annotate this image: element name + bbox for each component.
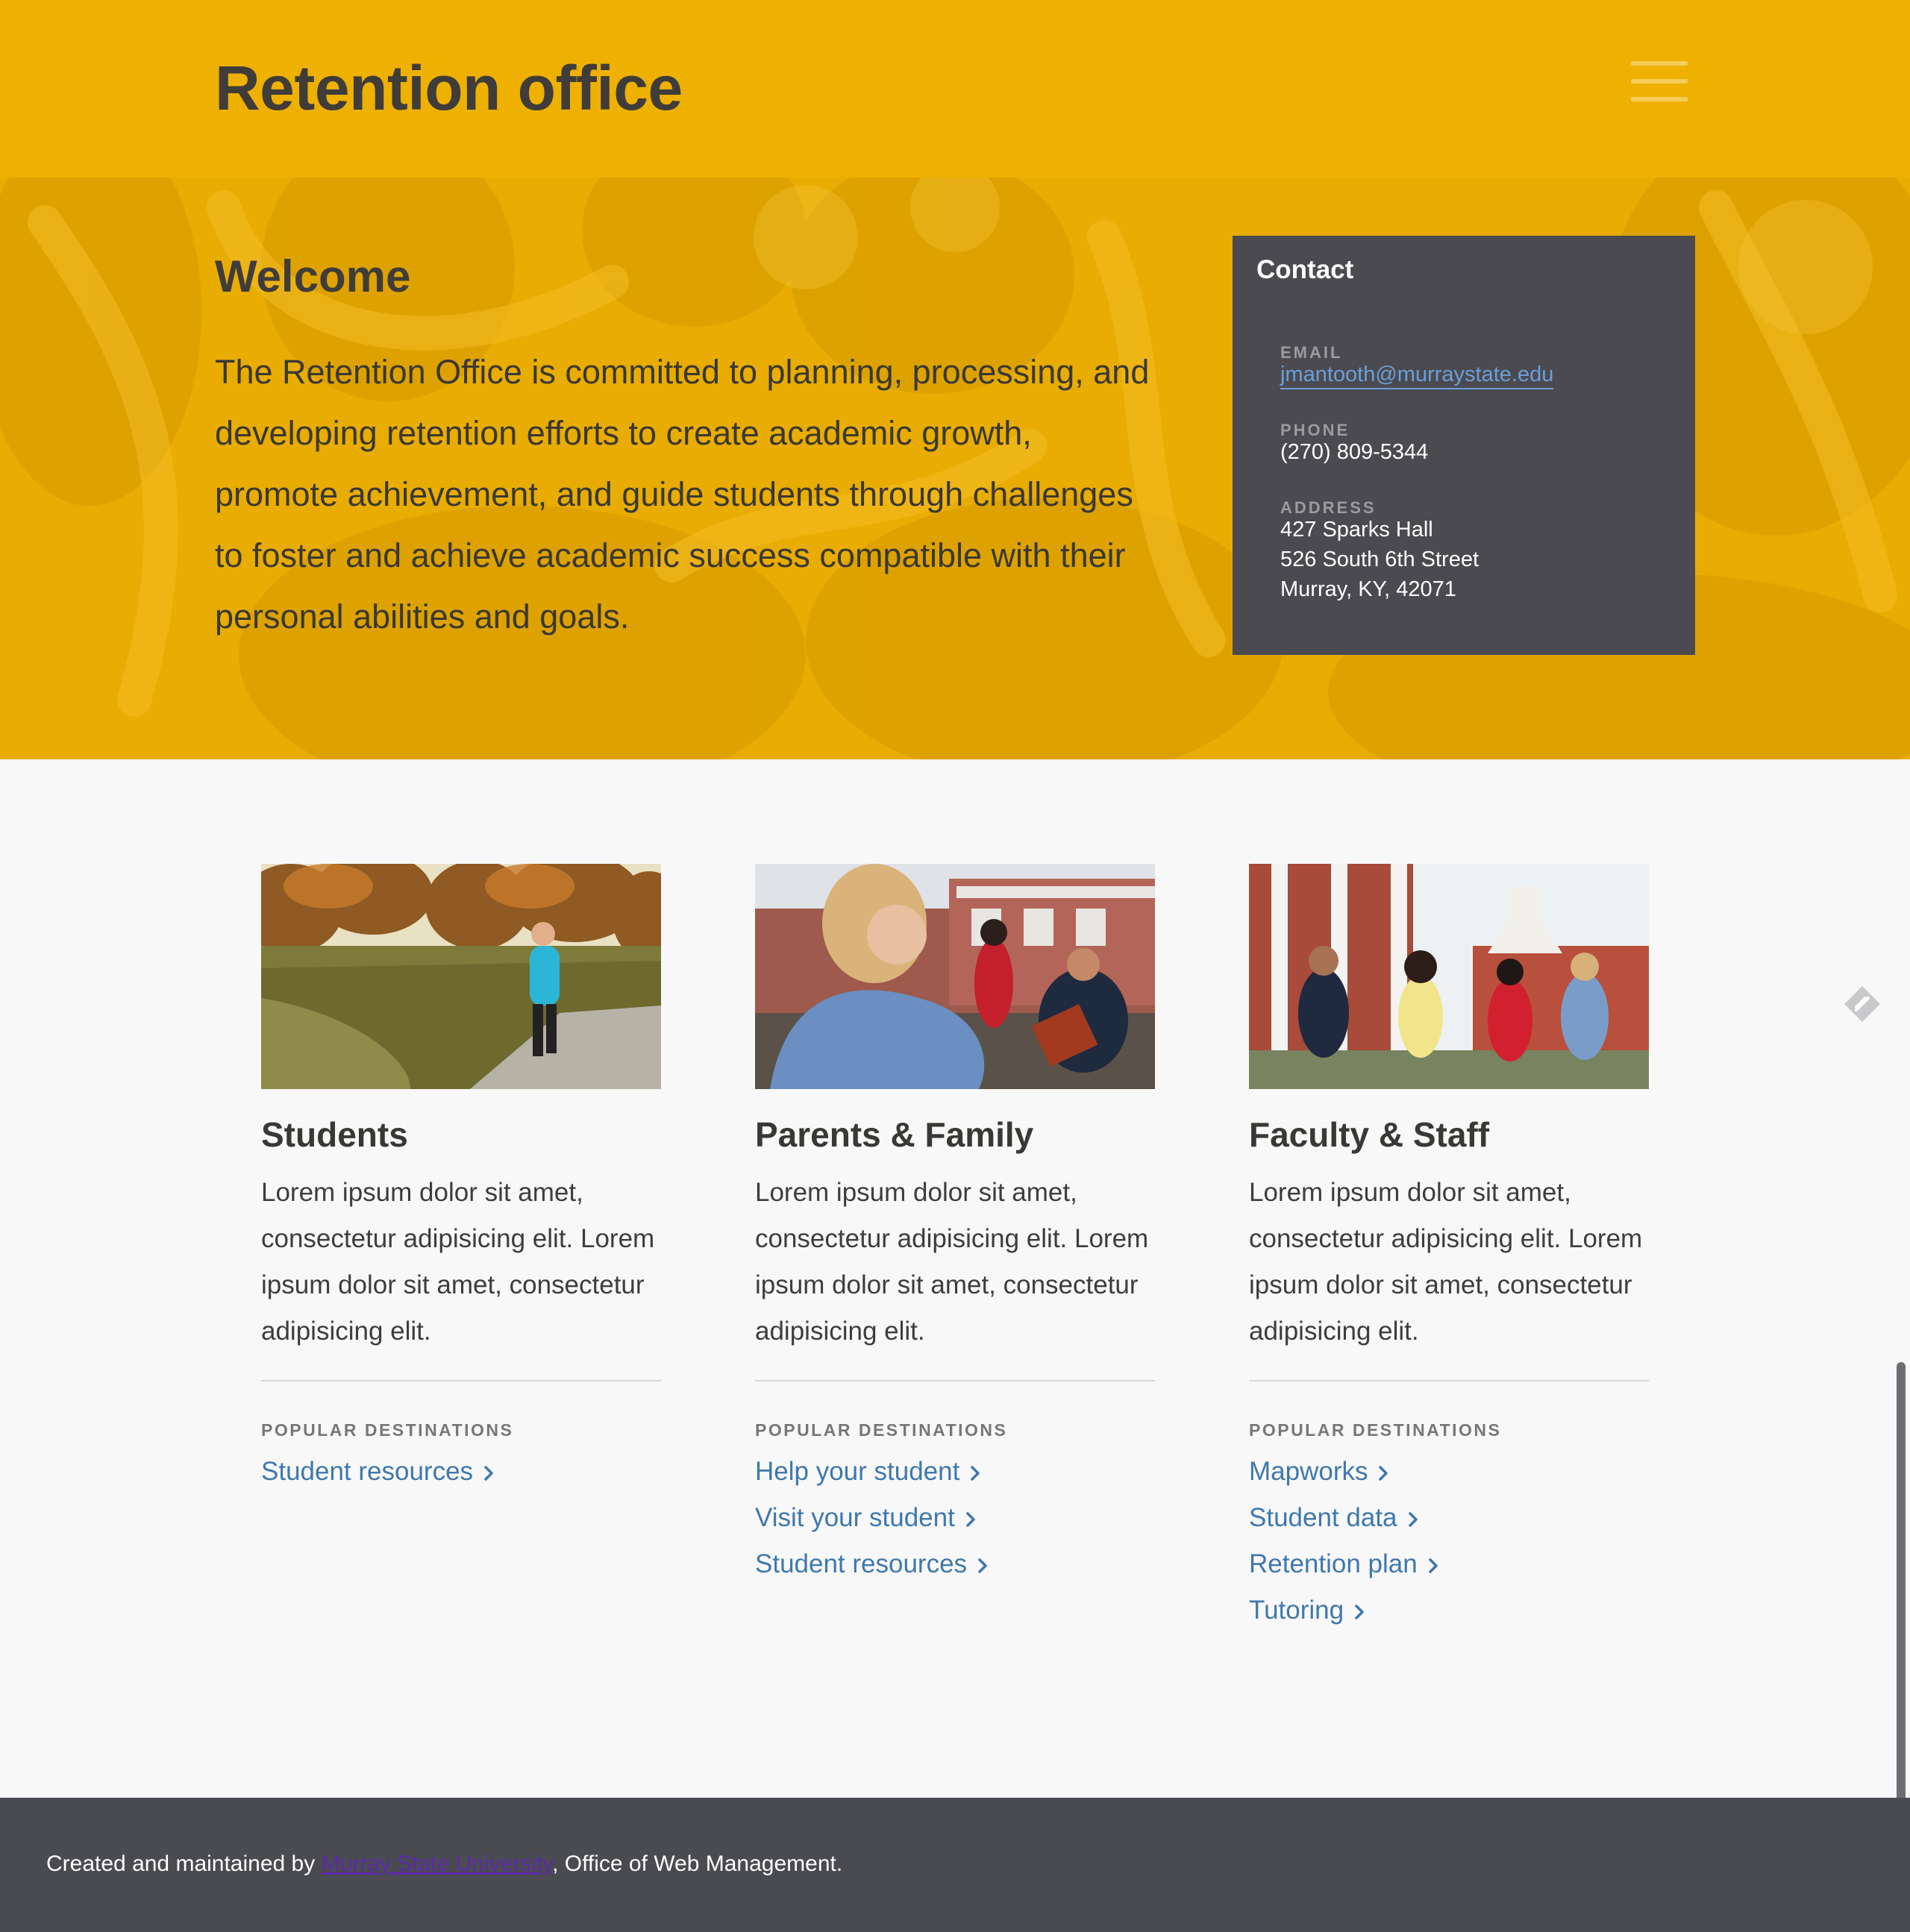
- popular-destinations-label: POPULAR DESTINATIONS: [1249, 1420, 1502, 1440]
- destination-link[interactable]: Student data: [1249, 1495, 1438, 1541]
- destinations-list: Student resources: [261, 1449, 494, 1495]
- chevron-right-icon: [1408, 1496, 1418, 1543]
- destination-link[interactable]: Student resources: [261, 1449, 494, 1495]
- card-text: Lorem ipsum dolor sit amet, consectetur …: [1249, 1178, 1643, 1346]
- card-text: Lorem ipsum dolor sit amet, consectetur …: [755, 1178, 1149, 1346]
- site-footer: Created and maintained by Murray State U…: [0, 1798, 1910, 1932]
- destination-link[interactable]: Mapworks: [1249, 1449, 1438, 1495]
- chevron-right-icon: [1354, 1589, 1365, 1635]
- address-line: 526 South 6th Street: [1280, 548, 1480, 571]
- welcome-heading: Welcome: [215, 251, 411, 301]
- divider: [755, 1380, 1155, 1381]
- card-text: Lorem ipsum dolor sit amet, consectetur …: [261, 1178, 655, 1346]
- email-label: EMAIL: [1280, 343, 1343, 362]
- card-title[interactable]: Parents & Family: [755, 1114, 1033, 1155]
- popular-destinations-label: POPULAR DESTINATIONS: [755, 1420, 1008, 1440]
- contact-card: Contact EMAIL jmantooth@murraystate.edu …: [1233, 236, 1695, 655]
- email-link[interactable]: jmantooth@murraystate.edu: [1280, 363, 1554, 389]
- destinations-list: Mapworks Student data Retention plan Tut…: [1249, 1449, 1438, 1634]
- chevron-right-icon: [1428, 1543, 1438, 1589]
- phone-value: (270) 809-5344: [1280, 440, 1429, 464]
- feedback-tag-icon[interactable]: [1843, 985, 1882, 1023]
- parents-family-photo[interactable]: [755, 864, 1155, 1089]
- chevron-right-icon: [970, 1450, 980, 1496]
- contact-title: Contact: [1256, 255, 1354, 284]
- footer-university-link[interactable]: Murray State University: [322, 1851, 553, 1876]
- card-title[interactable]: Faculty & Staff: [1249, 1114, 1489, 1155]
- footer-text: Created and maintained by Murray State U…: [46, 1851, 843, 1876]
- faculty-staff-photo[interactable]: [1249, 864, 1649, 1089]
- card-faculty-staff: Faculty & Staff Lorem ipsum dolor sit am…: [1249, 864, 1649, 1625]
- destination-link[interactable]: Visit your student: [755, 1495, 988, 1541]
- divider: [261, 1380, 661, 1381]
- hero-section: Welcome The Retention Office is committe…: [0, 178, 1910, 759]
- phone-label: PHONE: [1280, 421, 1350, 439]
- chevron-right-icon: [977, 1543, 988, 1589]
- students-photo[interactable]: [261, 864, 661, 1089]
- site-title[interactable]: Retention office: [215, 52, 683, 125]
- site-header: Retention office: [0, 0, 1910, 178]
- address-line: Murray, KY, 42071: [1280, 577, 1456, 601]
- address-label: ADDRESS: [1280, 498, 1377, 517]
- destination-link[interactable]: Help your student: [755, 1449, 988, 1495]
- divider: [1249, 1380, 1649, 1381]
- popular-destinations-label: POPULAR DESTINATIONS: [261, 1420, 514, 1440]
- destination-link[interactable]: Student resources: [755, 1541, 988, 1587]
- chevron-right-icon: [483, 1450, 494, 1496]
- card-title[interactable]: Students: [261, 1114, 408, 1155]
- chevron-right-icon: [1378, 1450, 1388, 1496]
- hamburger-menu-icon[interactable]: [1631, 61, 1688, 101]
- destination-link[interactable]: Tutoring: [1249, 1587, 1438, 1634]
- card-parents-family: Parents & Family Lorem ipsum dolor sit a…: [755, 864, 1155, 1578]
- destination-link[interactable]: Retention plan: [1249, 1541, 1438, 1587]
- address-line: 427 Sparks Hall: [1280, 518, 1433, 542]
- welcome-text: The Retention Office is committed to pla…: [215, 353, 1150, 636]
- card-students: Students Lorem ipsum dolor sit amet, con…: [261, 864, 661, 1486]
- destinations-list: Help your student Visit your student Stu…: [755, 1449, 988, 1587]
- chevron-right-icon: [965, 1496, 976, 1543]
